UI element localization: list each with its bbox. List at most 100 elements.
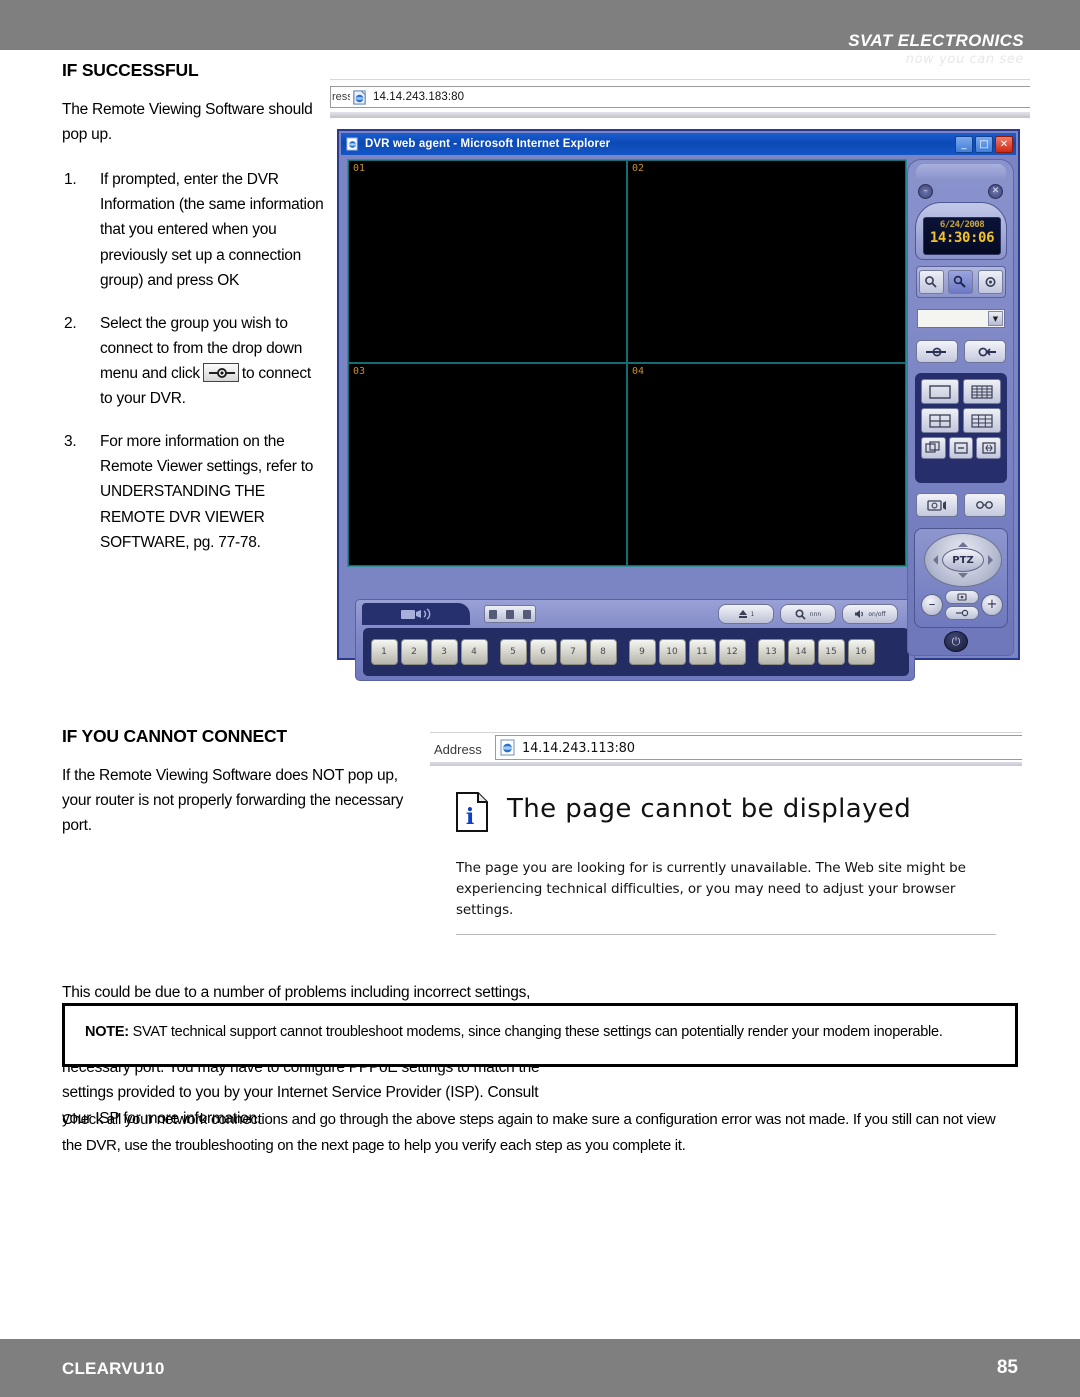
layout-quad-icon bbox=[929, 413, 951, 428]
connect-button[interactable] bbox=[916, 340, 958, 363]
svg-text:i: i bbox=[466, 804, 474, 830]
search-button[interactable]: nnn bbox=[780, 604, 836, 624]
brand-tagline: now you can see bbox=[905, 52, 1024, 67]
ptz-up-icon[interactable] bbox=[958, 537, 968, 547]
error-divider bbox=[456, 934, 996, 935]
clock-date: 6/24/2008 bbox=[939, 220, 985, 230]
dvr-control-strip: 1 nnn on/off 1 2 3 4 5 6 7 8 9 10 11 12 … bbox=[355, 599, 915, 681]
video-cell-01[interactable]: 01 bbox=[348, 160, 627, 363]
close-button[interactable]: ✕ bbox=[995, 136, 1013, 153]
note-content: NOTE: SVAT technical support cannot trou… bbox=[85, 1022, 1001, 1042]
channel-button-6[interactable]: 6 bbox=[529, 639, 557, 665]
settings-button[interactable] bbox=[977, 270, 1003, 294]
dvr-web-agent-window: DVR web agent - Microsoft Internet Explo… bbox=[337, 129, 1020, 681]
record-button[interactable] bbox=[964, 493, 1006, 517]
channel-label: 03 bbox=[353, 366, 366, 377]
search-label: nnn bbox=[809, 610, 822, 618]
channel-button-16[interactable]: 16 bbox=[847, 639, 875, 665]
panel-top-nub bbox=[916, 164, 1006, 180]
ptz-iris-button[interactable] bbox=[945, 606, 979, 620]
config-mode-button[interactable] bbox=[948, 270, 974, 294]
step-text: For more information on the Remote Viewe… bbox=[100, 433, 314, 551]
search-mode-button[interactable] bbox=[919, 270, 945, 294]
channel-button-3[interactable]: 3 bbox=[430, 639, 458, 665]
page-number: 85 bbox=[996, 1357, 1018, 1378]
intro-paragraph: The Remote Viewing Software should pop u… bbox=[62, 101, 313, 144]
expand-icon bbox=[982, 442, 996, 454]
layout-4x4-button[interactable] bbox=[963, 379, 1001, 404]
connection-group-select[interactable]: ▼ bbox=[917, 309, 1005, 328]
footer-band: CLEARVU10 85 bbox=[0, 1339, 1080, 1397]
address-input[interactable]: 14.14.243.113:80 bbox=[495, 735, 1022, 760]
fullscreen-button[interactable] bbox=[948, 437, 974, 459]
maximize-button[interactable]: □ bbox=[975, 136, 993, 153]
channel-button-4[interactable]: 4 bbox=[460, 639, 488, 665]
video-cell-04[interactable]: 04 bbox=[627, 363, 906, 566]
live-view-tab[interactable] bbox=[362, 603, 470, 625]
channel-button-12[interactable]: 12 bbox=[718, 639, 746, 665]
ptz-focus-button[interactable] bbox=[945, 590, 979, 604]
gear-icon bbox=[985, 277, 996, 287]
channel-button-9[interactable]: 9 bbox=[628, 639, 656, 665]
sequence-icon bbox=[925, 441, 940, 453]
minimize-button[interactable]: _ bbox=[955, 136, 973, 153]
misc-buttons-row bbox=[916, 493, 1006, 517]
address-bar-sheen bbox=[330, 112, 1030, 116]
magnifier-icon bbox=[795, 608, 806, 620]
snapshot-button[interactable] bbox=[916, 493, 958, 517]
error-body: The page you are looking for is currentl… bbox=[456, 860, 966, 918]
close-icon: ✕ bbox=[999, 139, 1009, 150]
panel-minimize-icon: – bbox=[923, 186, 928, 196]
channel-button-11[interactable]: 11 bbox=[688, 639, 716, 665]
channel-button-2[interactable]: 2 bbox=[400, 639, 428, 665]
footer-model: CLEARVU10 bbox=[62, 1359, 165, 1378]
channel-button-1[interactable]: 1 bbox=[370, 639, 398, 665]
alarm-button[interactable]: 1 bbox=[718, 604, 774, 624]
video-cell-02[interactable]: 02 bbox=[627, 160, 906, 363]
expand-button[interactable] bbox=[976, 437, 1001, 459]
list-item: 2. Select the group you wish to connect … bbox=[62, 311, 324, 411]
channel-button-15[interactable]: 15 bbox=[817, 639, 845, 665]
layout-1x1-button[interactable] bbox=[921, 379, 959, 404]
panel-close-button[interactable]: ✕ bbox=[988, 184, 1003, 199]
channel-button-13[interactable]: 13 bbox=[757, 639, 785, 665]
layout-2x2-button[interactable] bbox=[921, 408, 959, 433]
panel-minimize-button[interactable]: – bbox=[918, 184, 933, 199]
section-if-you-cannot-connect: IF YOU CANNOT CONNECT If the Remote View… bbox=[62, 726, 422, 864]
mini-icon-1 bbox=[489, 609, 498, 619]
ptz-label[interactable]: PTZ bbox=[942, 548, 984, 572]
sequence-button[interactable] bbox=[921, 437, 946, 459]
address-url: 14.14.243.183:80 bbox=[373, 91, 465, 103]
ptz-down-icon[interactable] bbox=[958, 573, 968, 583]
wrench-icon bbox=[954, 275, 967, 288]
ptz-right-icon[interactable] bbox=[988, 555, 998, 565]
ptz-zoom-row: – + bbox=[921, 587, 1003, 623]
channel-button-7[interactable]: 7 bbox=[559, 639, 587, 665]
video-cell-03[interactable]: 03 bbox=[348, 363, 627, 566]
zoom-out-button[interactable]: – bbox=[921, 594, 943, 616]
channel-button-8[interactable]: 8 bbox=[589, 639, 617, 665]
step-number: 3. bbox=[64, 433, 77, 451]
audio-button[interactable]: on/off bbox=[842, 604, 898, 624]
channel-label: 04 bbox=[632, 366, 645, 377]
disconnect-button[interactable] bbox=[964, 340, 1006, 363]
ptz-left-icon[interactable] bbox=[928, 555, 938, 565]
mini-button-group[interactable] bbox=[484, 605, 536, 623]
step-number: 1. bbox=[64, 171, 77, 189]
channel-button-5[interactable]: 5 bbox=[499, 639, 527, 665]
power-button[interactable]: ⏻ bbox=[944, 631, 968, 652]
ptz-dpad[interactable]: PTZ bbox=[924, 533, 1002, 587]
channel-button-10[interactable]: 10 bbox=[658, 639, 686, 665]
window-title: DVR web agent - Microsoft Internet Explo… bbox=[365, 138, 611, 150]
channel-button-rack: 1 2 3 4 5 6 7 8 9 10 11 12 13 14 15 16 bbox=[363, 628, 909, 676]
channel-button-14[interactable]: 14 bbox=[787, 639, 815, 665]
brand-logo: SVAT ELECTRONICS now you can see bbox=[848, 32, 1024, 66]
zoom-in-button[interactable]: + bbox=[981, 594, 1003, 616]
alarm-label: 1 bbox=[750, 610, 755, 618]
note-body: SVAT technical support cannot troublesho… bbox=[128, 1024, 943, 1040]
video-area: 01 02 03 04 1 nnn on/off 1 2 3 4 5 6 7 8… bbox=[347, 159, 915, 697]
audio-label: on/off bbox=[868, 610, 886, 618]
panel-close-icon: ✕ bbox=[991, 186, 1000, 196]
minus-box-icon bbox=[954, 442, 968, 454]
layout-3x3-button[interactable] bbox=[963, 408, 1001, 433]
